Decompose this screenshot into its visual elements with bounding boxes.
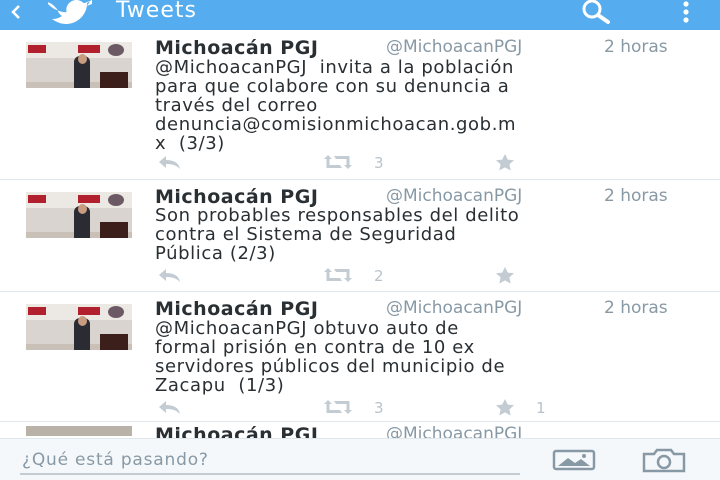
compose-bar bbox=[0, 438, 720, 480]
tweet-timestamp: 2 horas bbox=[604, 298, 668, 318]
tweet-actions: 2 bbox=[0, 266, 720, 285]
twitter-bird-icon bbox=[46, 0, 96, 24]
tweet-author-handle[interactable]: @MichoacanPGJ bbox=[386, 298, 594, 318]
tweet-author-name[interactable]: Michoacán PGJ bbox=[155, 424, 318, 438]
reply-icon[interactable] bbox=[154, 153, 184, 171]
retweet-count: 2 bbox=[374, 267, 384, 285]
tweet-author-name[interactable]: Michoacán PGJ bbox=[155, 37, 318, 59]
photo-gallery-icon[interactable] bbox=[552, 449, 596, 471]
avatar[interactable] bbox=[26, 426, 132, 436]
avatar[interactable] bbox=[26, 304, 132, 350]
favorite-star-icon[interactable] bbox=[492, 153, 518, 171]
tweet-item[interactable]: Michoacán PGJ @MichoacanPGJ bbox=[0, 422, 720, 438]
tweet-author-handle[interactable]: @MichoacanPGJ bbox=[386, 37, 594, 57]
retweet-count: 3 bbox=[374, 399, 384, 417]
tweet-text: @MichoacanPGJ obtuvo auto de formal pris… bbox=[155, 318, 506, 396]
tweet-timestamp: 2 horas bbox=[604, 37, 668, 57]
tweet-timeline[interactable]: Michoacán PGJ @MichoacanPGJ 2 horas @Mic… bbox=[0, 30, 720, 438]
tweet-item[interactable]: Michoacán PGJ @MichoacanPGJ 2 horas Son … bbox=[0, 180, 720, 292]
avatar[interactable] bbox=[26, 192, 132, 238]
tweet-author-handle[interactable]: @MichoacanPGJ bbox=[386, 186, 594, 206]
search-icon[interactable] bbox=[575, 0, 619, 26]
reply-icon[interactable] bbox=[154, 266, 184, 284]
tweet-item[interactable]: Michoacán PGJ @MichoacanPGJ 2 horas @Mic… bbox=[0, 30, 720, 180]
favorite-count bbox=[536, 154, 556, 172]
page-title: Tweets bbox=[116, 0, 197, 23]
tweet-timestamp: 2 horas bbox=[604, 186, 668, 206]
tweet-author-name[interactable]: Michoacán PGJ bbox=[155, 298, 318, 320]
reply-icon[interactable] bbox=[154, 398, 184, 416]
tweet-item[interactable]: Michoacán PGJ @MichoacanPGJ 2 horas @Mic… bbox=[0, 292, 720, 422]
tweet-actions: 3 bbox=[0, 153, 720, 172]
favorite-count: 1 bbox=[536, 399, 546, 417]
favorite-star-icon[interactable] bbox=[492, 266, 518, 284]
compose-tweet-input[interactable] bbox=[20, 447, 520, 475]
retweet-icon[interactable] bbox=[320, 153, 356, 171]
favorite-star-icon[interactable] bbox=[492, 398, 518, 416]
top-app-bar: Tweets bbox=[0, 0, 720, 30]
tweet-author-handle[interactable]: @MichoacanPGJ bbox=[386, 424, 522, 438]
tweet-text: @MichoacanPGJ invita a la población para… bbox=[155, 57, 517, 154]
tweet-actions: 3 1 bbox=[0, 398, 720, 417]
favorite-count bbox=[536, 267, 556, 285]
retweet-icon[interactable] bbox=[320, 266, 356, 284]
retweet-count: 3 bbox=[374, 154, 384, 172]
avatar[interactable] bbox=[26, 42, 132, 88]
camera-icon[interactable] bbox=[641, 447, 687, 473]
back-arrow-icon[interactable] bbox=[8, 2, 24, 22]
tweet-text: Son probables responsables del delito co… bbox=[155, 205, 520, 264]
overflow-menu-icon[interactable] bbox=[674, 0, 698, 26]
retweet-icon[interactable] bbox=[320, 398, 356, 416]
